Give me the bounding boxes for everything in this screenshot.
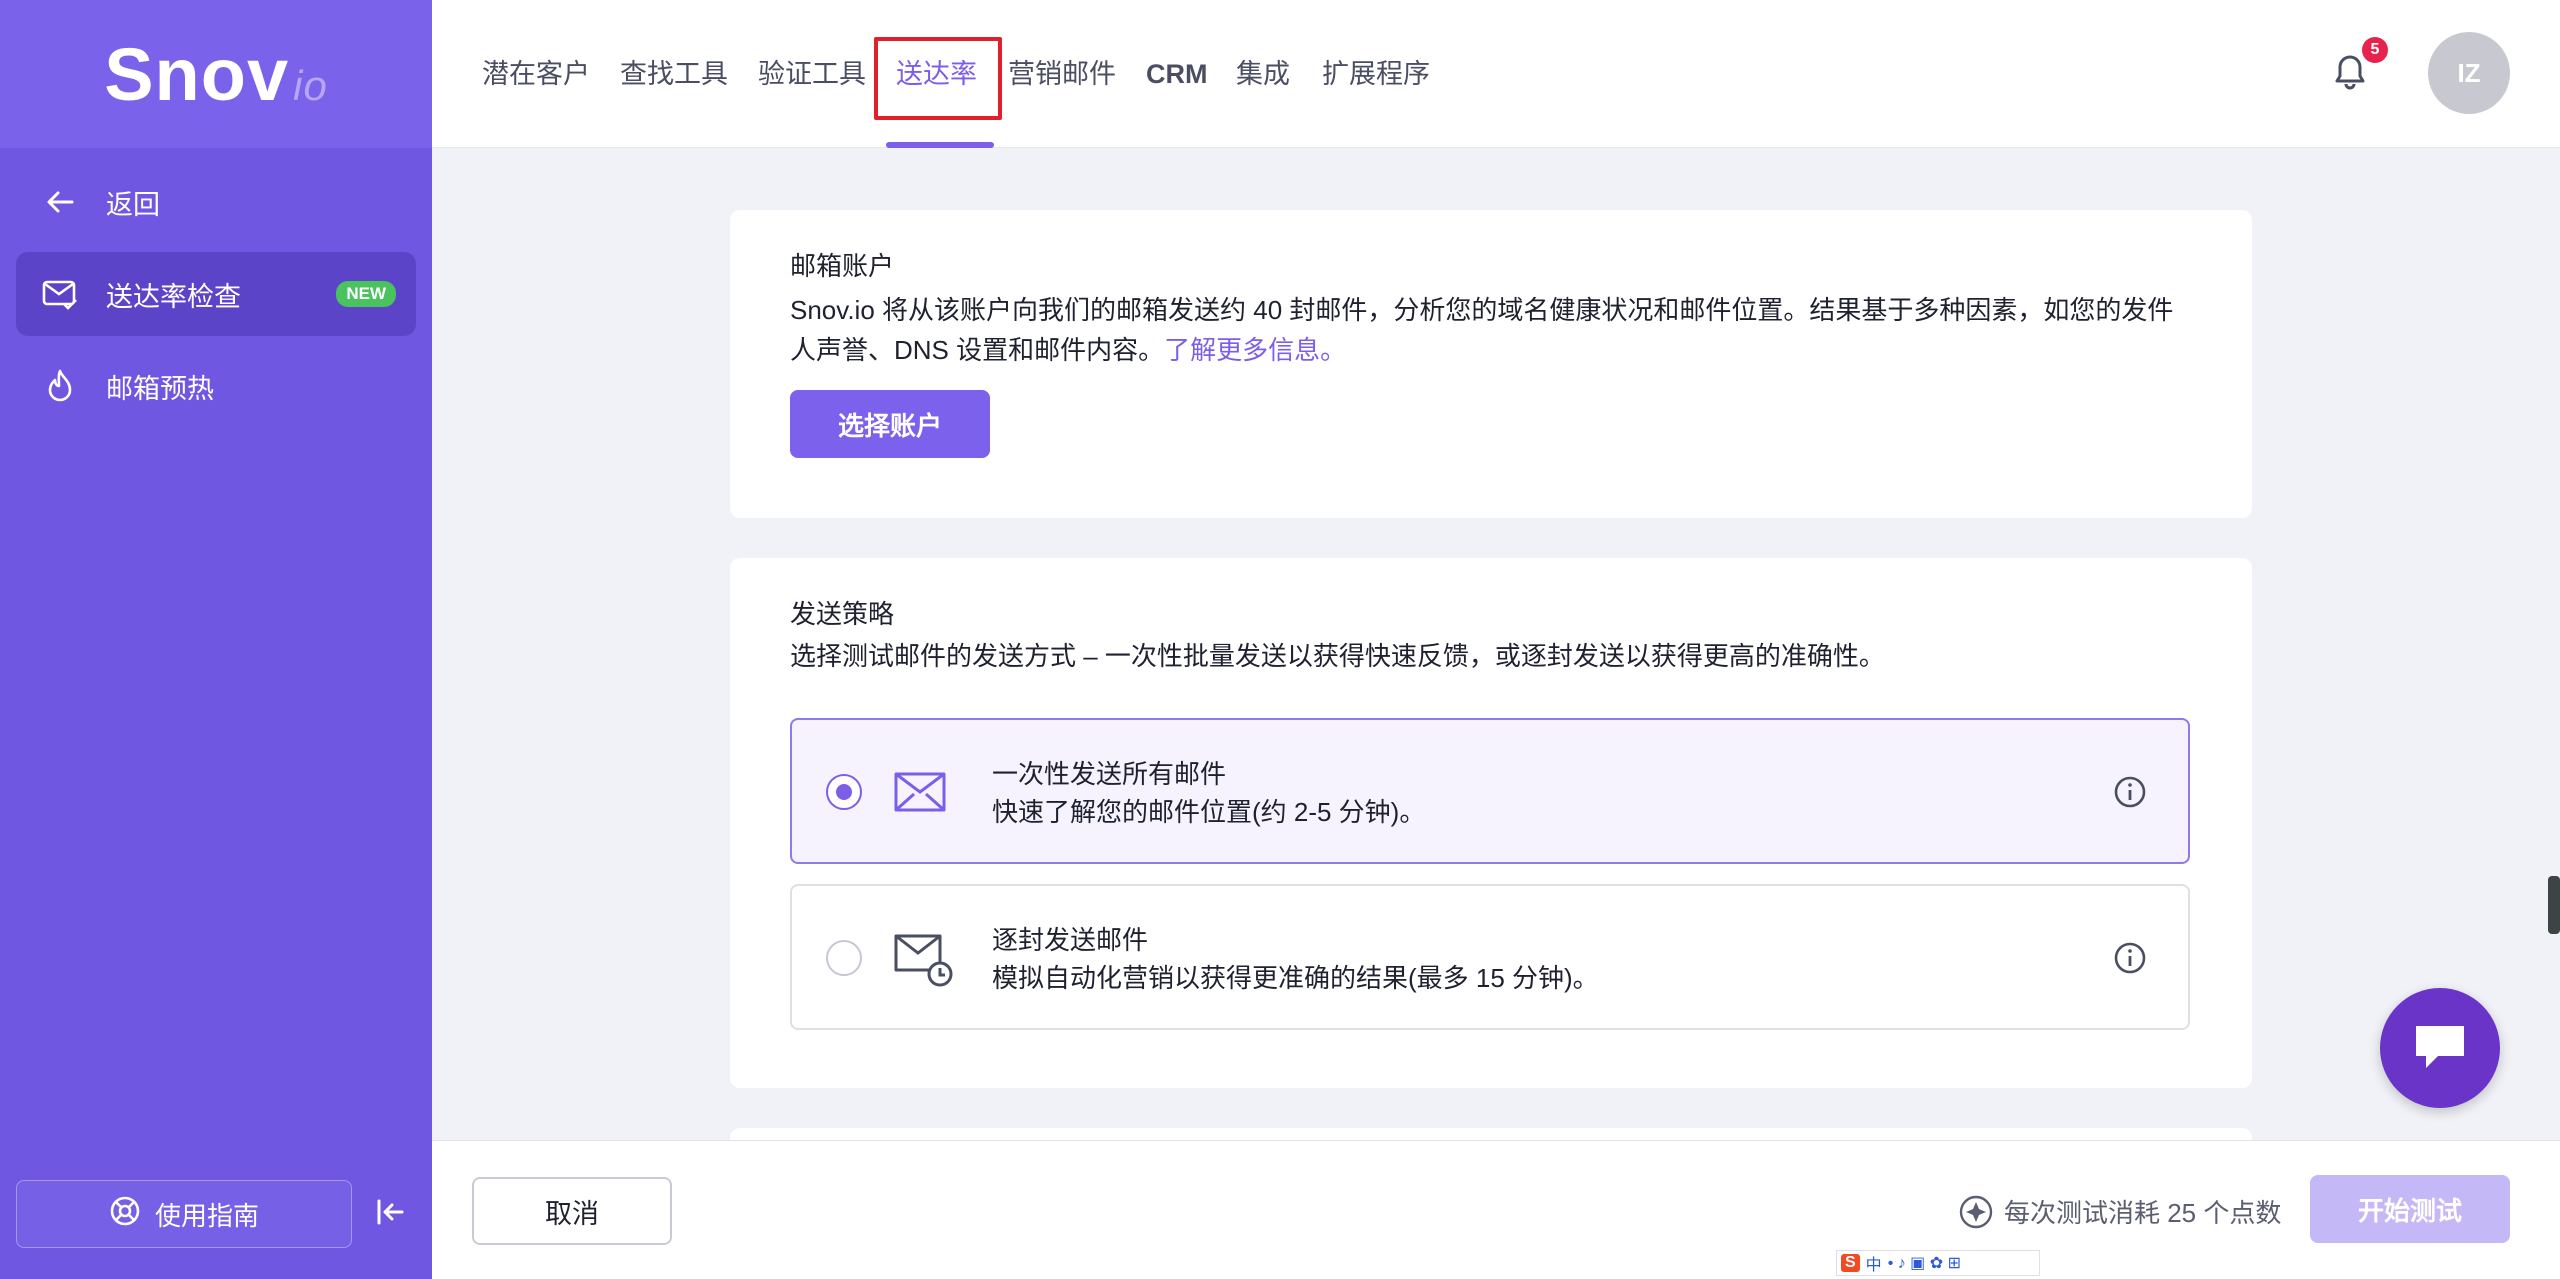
arrow-left-icon [40, 182, 80, 222]
cost-info: 每次测试消耗 25 个点数 [1958, 1193, 2281, 1230]
select-account-button[interactable]: 选择账户 [790, 390, 990, 458]
logo-area: Snovio [0, 0, 432, 148]
sidebar: Snovio 返回 送达率检查 NEW 邮箱预热 使用指南 [0, 0, 432, 1279]
nav-integrations[interactable]: 集成 [1236, 52, 1290, 96]
card-description: Snov.io 将从该账户向我们的邮箱发送约 40 封邮件，分析您的域名健康状况… [790, 290, 2210, 370]
option-title: 逐封发送邮件 [992, 925, 1149, 955]
radio-unselected[interactable] [826, 940, 862, 976]
ime-mode-label: 中 [1865, 1257, 1882, 1274]
footer-bar: 取消 每次测试消耗 25 个点数 开始测试 [432, 1140, 2560, 1279]
sidebar-item-label: 邮箱预热 [106, 373, 214, 404]
envelope-clock-icon [892, 926, 956, 990]
cancel-button[interactable]: 取消 [472, 1177, 672, 1245]
sidebar-item-warmup[interactable]: 邮箱预热 [16, 344, 416, 428]
collapse-icon [374, 1196, 406, 1233]
option-title: 一次性发送所有邮件 [992, 759, 1227, 789]
guide-button[interactable]: 使用指南 [16, 1180, 352, 1248]
description-line-1: Snov.io 将从该账户向我们的邮箱发送约 40 封邮件，分析您的域名健康状况… [790, 295, 2174, 325]
annotation-highlight-box [874, 37, 1002, 120]
nav-campaigns[interactable]: 营销邮件 [1008, 52, 1116, 96]
lifebuoy-icon [109, 1195, 141, 1234]
nav-verifier-tools[interactable]: 验证工具 [758, 52, 866, 96]
info-icon[interactable] [2112, 774, 2148, 810]
card-title: 发送策略 [790, 599, 895, 629]
option-send-one-by-one[interactable]: 逐封发送邮件 模拟自动化营销以获得更准确的结果(最多 15 分钟)。 [790, 884, 2190, 1030]
option-send-all-at-once[interactable]: 一次性发送所有邮件 快速了解您的邮件位置(约 2-5 分钟)。 [790, 718, 2190, 864]
mail-check-icon [40, 274, 80, 314]
nav-finder-tools[interactable]: 查找工具 [620, 52, 728, 96]
info-icon[interactable] [2112, 940, 2148, 976]
brand-name: Snov [104, 32, 290, 116]
ime-toolbar[interactable]: S 中 • ♪ ▣ ✿ ⊞ [1836, 1250, 2040, 1276]
nav-extensions[interactable]: 扩展程序 [1322, 52, 1430, 96]
chat-button[interactable] [2380, 988, 2500, 1108]
radio-selected[interactable] [826, 774, 862, 810]
flame-icon [40, 366, 80, 406]
nav-prospects[interactable]: 潜在客户 [482, 52, 590, 96]
send-strategy-card: 发送策略 选择测试邮件的发送方式 – 一次性批量发送以获得快速反馈，或逐封发送以… [730, 558, 2252, 1088]
option-subtitle: 模拟自动化营销以获得更准确的结果(最多 15 分钟)。 [992, 963, 1599, 993]
option-subtitle: 快速了解您的邮件位置(约 2-5 分钟)。 [992, 797, 1426, 827]
chat-icon [2410, 1018, 2470, 1079]
top-nav: 潜在客户 查找工具 验证工具 送达率 营销邮件 CRM 集成 扩展程序 5 IZ [432, 0, 2560, 148]
start-test-button[interactable]: 开始测试 [2310, 1175, 2510, 1243]
new-badge: NEW [336, 281, 396, 307]
sidebar-back-label: 返回 [106, 189, 160, 220]
sidebar-item-label: 送达率检查 [106, 281, 241, 312]
sparkle-icon [1958, 1194, 1994, 1230]
cost-text: 每次测试消耗 25 个点数 [2004, 1198, 2282, 1228]
learn-more-link[interactable]: 了解更多信息。 [1164, 335, 1346, 365]
card-title: 邮箱账户 [790, 251, 895, 281]
ime-logo: S [1841, 1254, 1860, 1272]
ime-tools-icon: • ♪ ▣ ✿ ⊞ [1887, 1255, 1961, 1272]
card-description: 选择测试邮件的发送方式 – 一次性批量发送以获得快速反馈，或逐封发送以获得更高的… [790, 641, 1885, 671]
sidebar-item-deliverability-check[interactable]: 送达率检查 NEW [16, 252, 416, 336]
nav-crm[interactable]: CRM [1146, 52, 1208, 96]
mailbox-account-card: 邮箱账户 Snov.io 将从该账户向我们的邮箱发送约 40 封邮件，分析您的域… [730, 210, 2252, 518]
collapse-sidebar-button[interactable] [368, 1192, 412, 1236]
description-line-2: 人声誉、DNS 设置和邮件内容。 [790, 335, 1165, 365]
envelope-icon [892, 760, 956, 824]
guide-label: 使用指南 [154, 1200, 259, 1231]
brand-logo[interactable]: Snovio [104, 32, 328, 117]
avatar[interactable]: IZ [2428, 32, 2510, 114]
active-tab-indicator [886, 142, 994, 148]
brand-suffix: io [293, 61, 328, 109]
scrollbar-handle[interactable] [2548, 876, 2560, 934]
sidebar-back[interactable]: 返回 [16, 160, 416, 244]
notification-badge: 5 [2362, 37, 2388, 63]
